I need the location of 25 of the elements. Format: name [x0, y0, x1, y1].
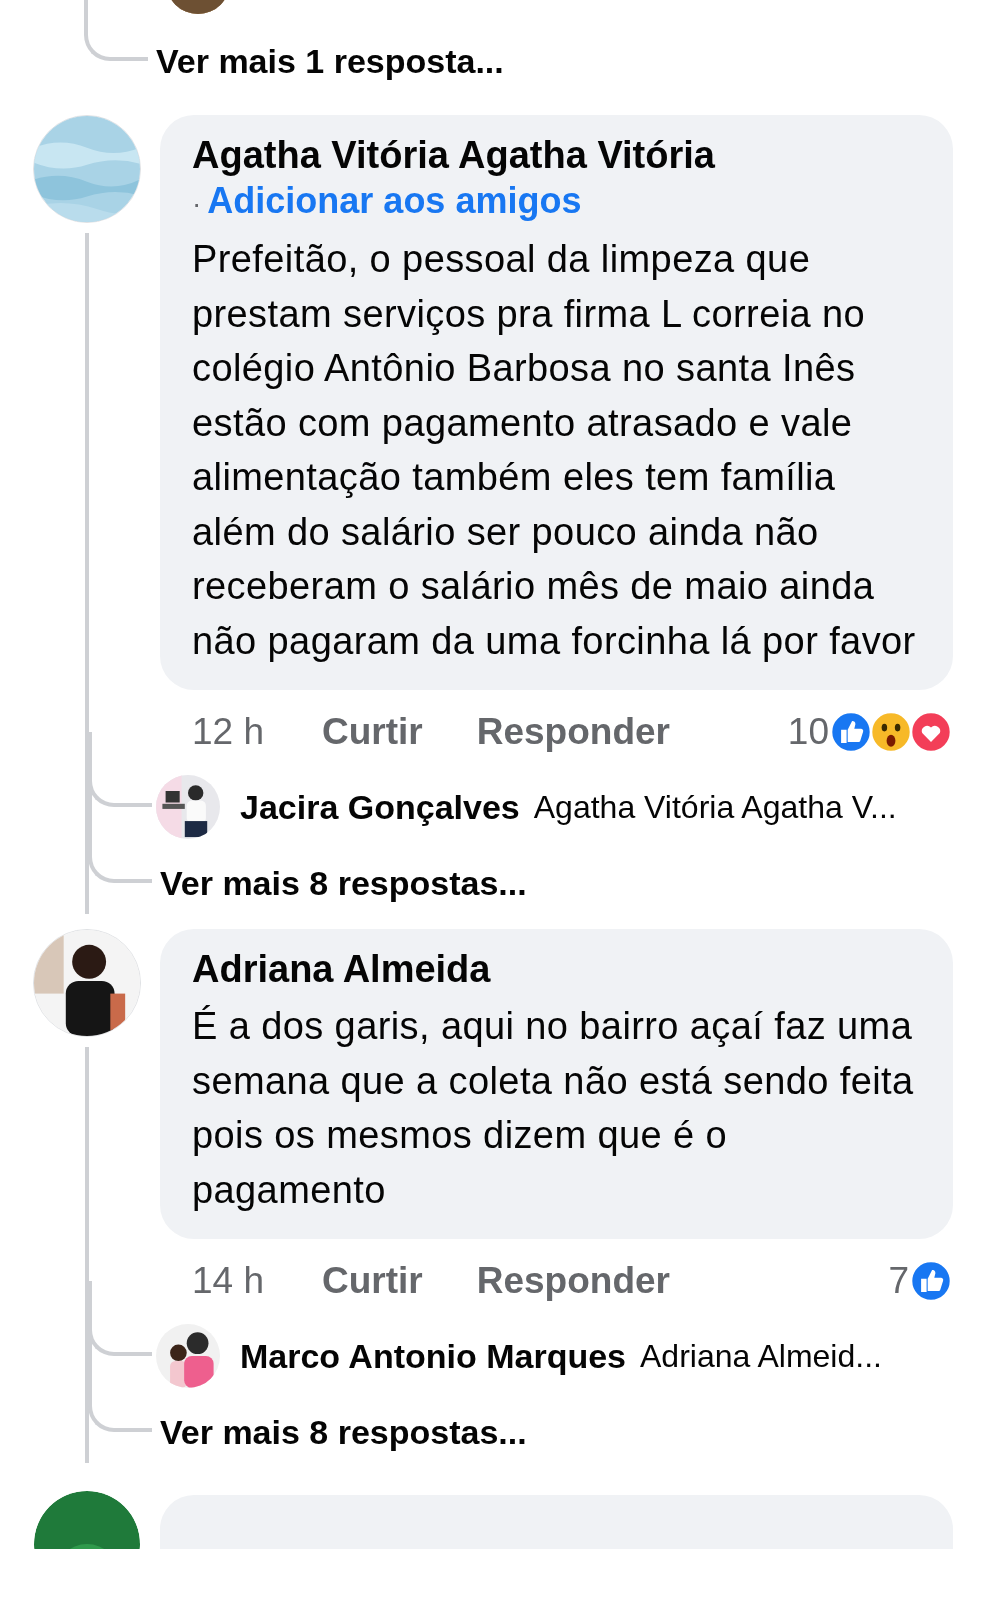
separator-dot: · — [192, 187, 202, 221]
author-name[interactable]: Adriana Almeida — [192, 948, 491, 990]
add-friend-link[interactable]: Adicionar aos amigos — [207, 179, 582, 223]
reaction-count: 10 — [787, 711, 829, 753]
reply-button[interactable]: Responder — [476, 1260, 670, 1302]
more-replies-link[interactable]: Ver mais 8 respostas... — [160, 863, 527, 903]
author-name[interactable]: Agatha Vitória Agatha Vitória — [192, 134, 715, 176]
reaction-count: 7 — [888, 1260, 909, 1302]
comment-text: É a dos garis, aqui no bairro açaí faz uma semana que a coleta não está sendo feita pois os mesmos dizem que é o pagamento — [192, 1004, 915, 1213]
comment-text: Prefeitão, o pessoal da limpeza que prestam serviços pra firma L correia no colégio Antônio Barbosa no santa Inês estão com pagamento atrasado e vale alimentação também eles tem família além do salário ser pouco ainda não receberam o salário mês de maio ainda não pagaram da uma forcinha lá por favor — [192, 237, 917, 664]
timestamp: 12 h — [192, 711, 265, 753]
like-button[interactable]: Curtir — [322, 711, 423, 753]
timestamp: 14 h — [192, 1260, 265, 1302]
reply-author[interactable]: Jacira Gonçalves — [240, 787, 520, 827]
wow-emoji-icon — [869, 710, 913, 754]
reply-author[interactable]: Marco Antonio Marques — [240, 1336, 626, 1376]
thread-connector — [84, 0, 148, 61]
more-replies-link[interactable]: Ver mais 8 respostas... — [160, 1412, 527, 1452]
reply-preview-text: Adriana Almeid... — [640, 1337, 882, 1375]
like-icon — [829, 710, 873, 754]
reply-preview-text: Agatha Vitória Agatha V... — [533, 788, 897, 826]
like-icon — [909, 1259, 953, 1303]
like-button[interactable]: Curtir — [322, 1260, 423, 1302]
reply-button[interactable]: Responder — [476, 711, 670, 753]
more-replies-link[interactable]: Ver mais 1 resposta... — [156, 41, 504, 81]
